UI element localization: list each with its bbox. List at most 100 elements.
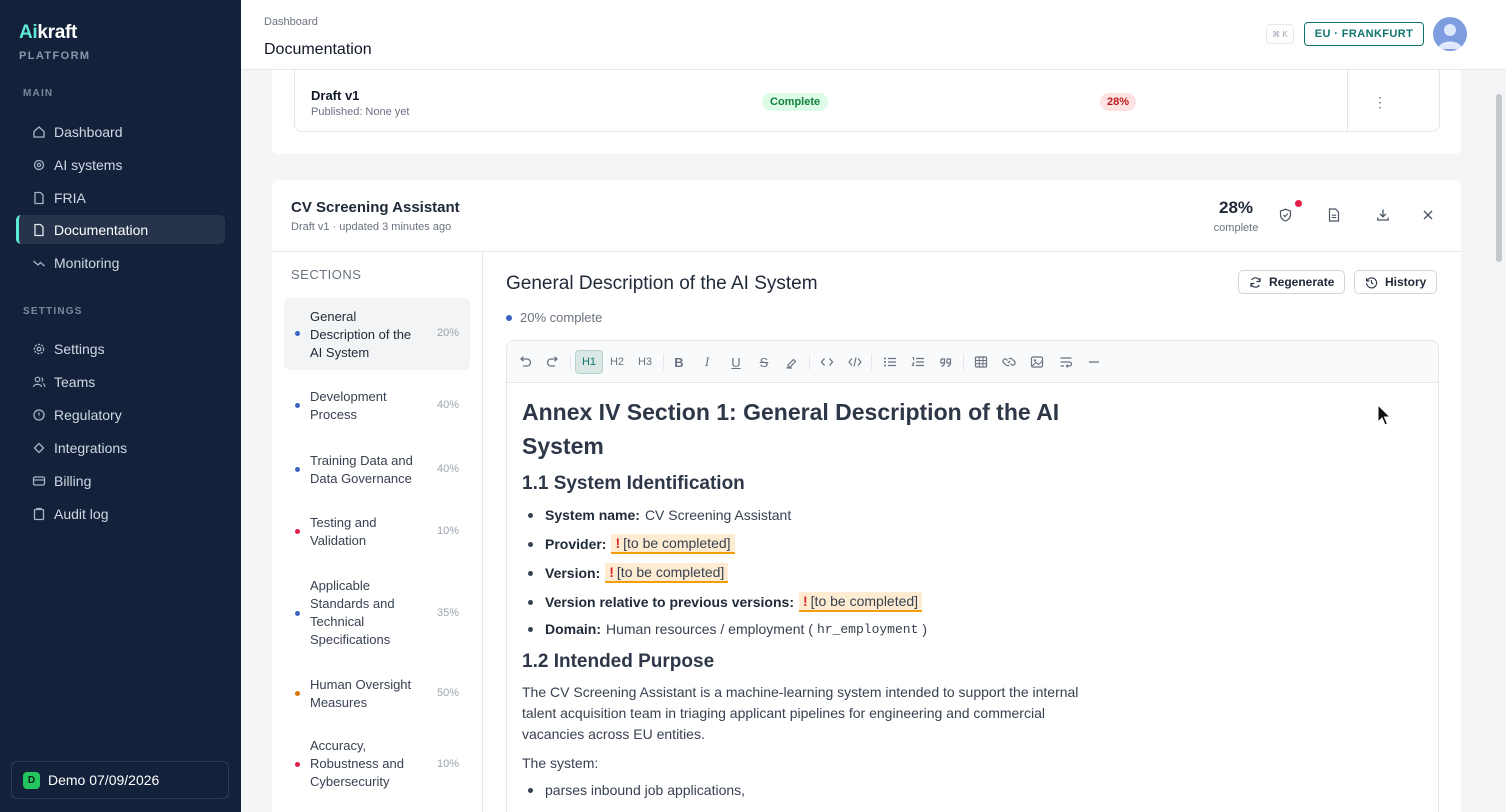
section-label: Human Oversight Measures xyxy=(310,677,412,710)
section-percent: 40% xyxy=(436,399,459,411)
sections-title: SECTIONS xyxy=(291,267,362,282)
home-icon xyxy=(32,125,46,139)
history-label: History xyxy=(1385,275,1427,289)
toolbar-divider xyxy=(663,354,664,370)
trend-icon xyxy=(32,256,46,270)
puzzle-icon xyxy=(32,441,46,455)
bullet xyxy=(528,512,533,518)
brand-logo[interactable]: Aikraft xyxy=(19,22,77,44)
list-item: Domain: Human resources / employment ( h… xyxy=(522,621,927,637)
brand-name-accent: Ai xyxy=(19,22,38,43)
heading1-button[interactable]: H1 xyxy=(575,350,603,374)
section-heading: General Description of the AI System xyxy=(506,273,818,294)
command-shortcut[interactable]: ⌘ K xyxy=(1266,24,1294,44)
workspace-label: Demo 07/09/2026 xyxy=(48,772,160,788)
workspace-badge: D xyxy=(23,771,40,789)
region-badge[interactable]: EU · FRANKFURT xyxy=(1304,22,1424,46)
todo-text: [to be completed] xyxy=(616,564,725,580)
history-button[interactable]: History xyxy=(1354,270,1438,294)
row-divider xyxy=(1347,70,1348,133)
system-subtitle: Draft v1 · updated 3 minutes ago xyxy=(291,221,452,233)
shield-check-icon[interactable] xyxy=(1277,207,1293,223)
code-block-icon[interactable] xyxy=(842,350,868,374)
nav-section-settings: SETTINGS xyxy=(23,306,83,317)
scale-icon xyxy=(32,408,46,422)
redo-icon[interactable] xyxy=(540,350,566,374)
section-percent: 50% xyxy=(436,687,459,699)
page-scrollbar[interactable] xyxy=(1494,70,1504,812)
table-row[interactable]: Draft v1 Published: None yet Complete 28… xyxy=(294,70,1440,133)
sidebar-item-regulatory[interactable]: Regulatory xyxy=(16,400,225,429)
page-title: Documentation xyxy=(264,41,372,58)
nav-section-main: MAIN xyxy=(23,88,54,99)
documentation-editor-card: CV Screening Assistant Draft v1 · update… xyxy=(272,180,1461,812)
section-item-training-data[interactable]: Training Data and Data Governance 40% xyxy=(284,446,470,494)
bold-icon[interactable]: B xyxy=(666,350,692,374)
sidebar-item-settings[interactable]: Settings xyxy=(16,334,225,363)
section-item-development-process[interactable]: Development Process 40% xyxy=(284,382,470,430)
bullet xyxy=(528,787,533,793)
refresh-icon xyxy=(1249,276,1262,289)
download-icon[interactable] xyxy=(1375,207,1391,223)
section-item-general-description[interactable]: General Description of the AI System 20% xyxy=(284,298,470,370)
section-content: General Description of the AI System 20%… xyxy=(483,252,1461,812)
section-item-testing-validation[interactable]: Testing and Validation 10% xyxy=(284,508,470,556)
todo-placeholder[interactable]: ! [to be completed] xyxy=(611,534,735,554)
avatar[interactable] xyxy=(1433,17,1467,51)
section-item-applicable-standards[interactable]: Applicable Standards and Technical Speci… xyxy=(284,572,470,656)
sidebar-item-label: Regulatory xyxy=(54,406,122,423)
history-icon xyxy=(1365,276,1378,289)
toolbar-divider xyxy=(871,354,872,370)
regenerate-button[interactable]: Regenerate xyxy=(1238,270,1346,294)
table-icon[interactable] xyxy=(968,350,994,374)
section-item-accuracy-robustness[interactable]: Accuracy, Robustness and Cybersecurity 1… xyxy=(284,732,470,798)
sidebar-item-ai-systems[interactable]: AI systems xyxy=(16,150,225,179)
numbered-list-icon[interactable] xyxy=(905,350,931,374)
scrollbar-thumb[interactable] xyxy=(1496,94,1502,262)
breadcrumb[interactable]: Dashboard xyxy=(264,16,318,28)
section-status-dot xyxy=(295,611,300,616)
section-item-human-oversight[interactable]: Human Oversight Measures 50% xyxy=(284,670,470,718)
heading2-button[interactable]: H2 xyxy=(604,350,630,374)
image-icon[interactable] xyxy=(1024,350,1050,374)
section-status-text: 20% complete xyxy=(520,310,603,325)
version-published: Published: None yet xyxy=(311,106,410,118)
highlight-icon[interactable] xyxy=(779,350,805,374)
strikethrough-icon[interactable]: S xyxy=(751,350,777,374)
more-options-icon[interactable]: ⋮ xyxy=(1373,93,1387,111)
sidebar-item-billing[interactable]: Billing xyxy=(16,466,225,495)
blockquote-icon[interactable] xyxy=(933,350,959,374)
section-label: Accuracy, Robustness and Cybersecurity xyxy=(310,738,404,789)
workspace-switcher[interactable]: D Demo 07/09/2026 xyxy=(11,761,229,799)
sidebar-item-integrations[interactable]: Integrations xyxy=(16,433,225,462)
section-status-dot xyxy=(295,331,300,336)
document-text-icon[interactable] xyxy=(1326,207,1342,223)
italic-icon[interactable]: I xyxy=(694,350,720,374)
horizontal-rule-icon[interactable] xyxy=(1081,350,1107,374)
section-label: Testing and Validation xyxy=(310,515,377,548)
close-icon[interactable] xyxy=(1420,207,1436,223)
underline-icon[interactable]: U xyxy=(723,350,749,374)
link-icon[interactable] xyxy=(996,350,1022,374)
todo-text: [to be completed] xyxy=(810,593,919,609)
sidebar-item-audit-log[interactable]: Audit log xyxy=(16,499,225,528)
sidebar-item-dashboard[interactable]: Dashboard xyxy=(16,117,225,146)
paragraph: The CV Screening Assistant is a machine-… xyxy=(522,684,1079,742)
sidebar-item-fria[interactable]: FRIA xyxy=(16,183,225,212)
undo-icon[interactable] xyxy=(512,350,538,374)
rich-text-editor[interactable]: H1 H2 H3 B I U S Annex IV Section 1: Gen… xyxy=(506,340,1439,812)
versions-card: Draft v1 Published: None yet Complete 28… xyxy=(272,70,1461,154)
section-label: Applicable Standards and Technical Speci… xyxy=(310,578,395,647)
inline-code-icon[interactable] xyxy=(814,350,840,374)
bullet-list-icon[interactable] xyxy=(877,350,903,374)
todo-placeholder[interactable]: ! [to be completed] xyxy=(605,563,729,583)
heading3-button[interactable]: H3 xyxy=(632,350,658,374)
sidebar-item-documentation[interactable]: Documentation xyxy=(16,215,225,244)
sidebar-item-teams[interactable]: Teams xyxy=(16,367,225,396)
sidebar-item-label: Monitoring xyxy=(54,254,120,271)
section-percent: 35% xyxy=(436,607,459,619)
sidebar-item-monitoring[interactable]: Monitoring xyxy=(16,248,225,277)
section-percent: 20% xyxy=(436,327,459,339)
todo-placeholder[interactable]: ! [to be completed] xyxy=(799,592,923,612)
text-wrap-icon[interactable] xyxy=(1053,350,1079,374)
